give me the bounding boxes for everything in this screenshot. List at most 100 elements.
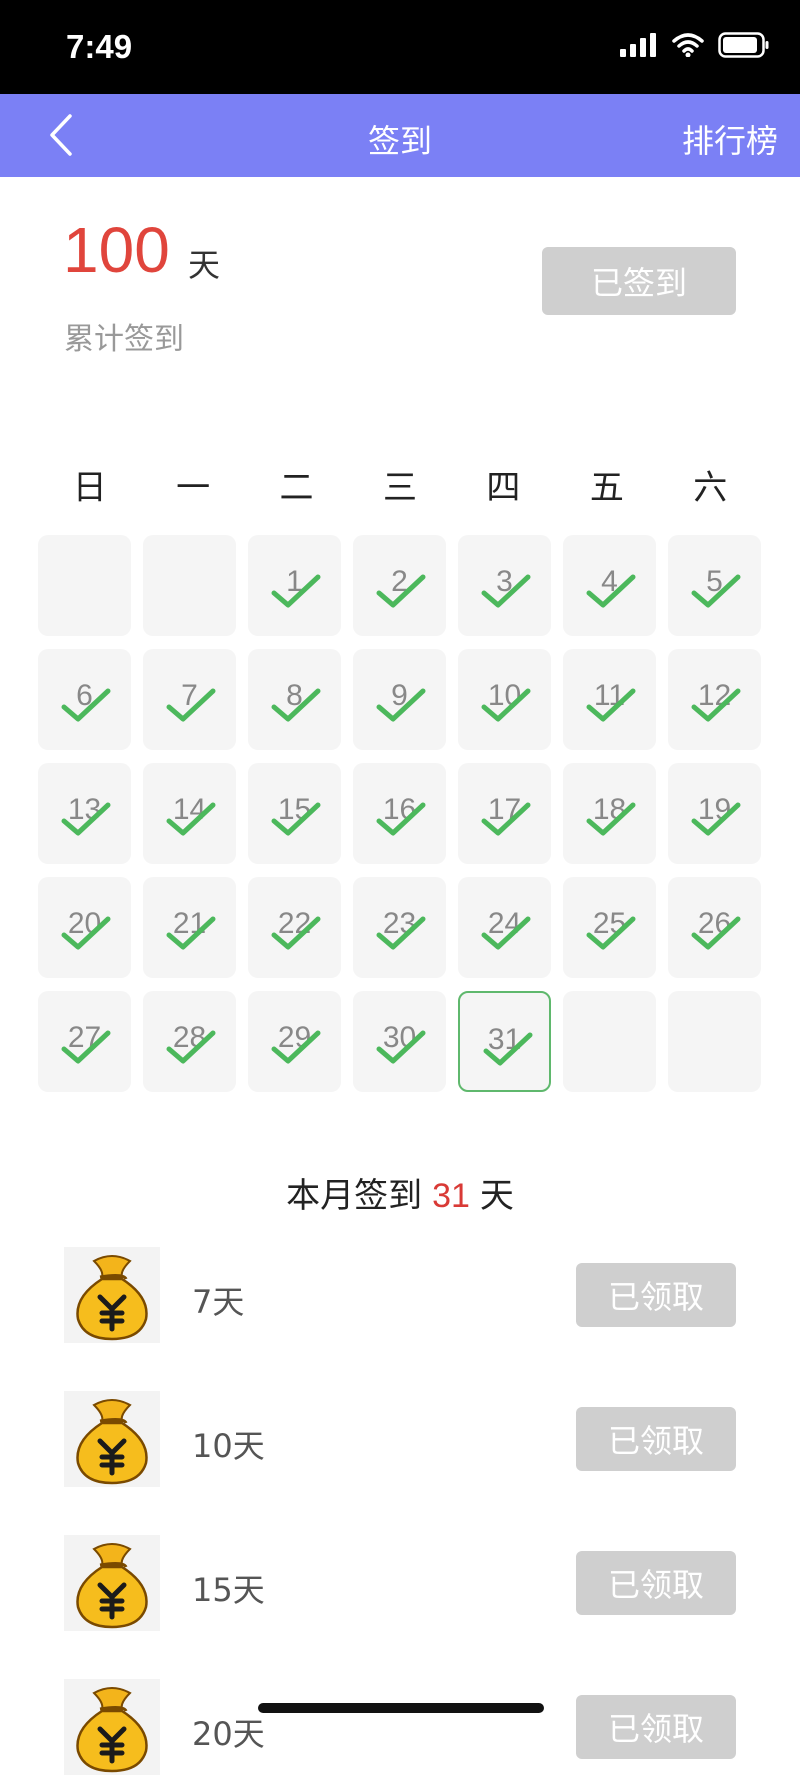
check-icon	[691, 574, 741, 608]
check-icon	[586, 916, 636, 950]
chevron-left-icon	[50, 114, 72, 156]
month-summary: 本月签到 31 天	[0, 1168, 800, 1217]
check-icon	[376, 1030, 426, 1064]
calendar-empty-day	[143, 535, 236, 636]
calendar-day: 30	[353, 991, 446, 1092]
claim-button[interactable]: 已领取	[576, 1407, 736, 1471]
status-time: 7:49	[66, 28, 133, 65]
home-indicator	[258, 1703, 544, 1713]
nav-bar: 签到 排行榜	[0, 94, 800, 177]
back-button[interactable]	[40, 110, 90, 160]
page-title: 签到	[367, 122, 432, 160]
reward-label: 7天	[192, 1283, 245, 1321]
month-checkin-count: 31	[432, 1177, 470, 1215]
calendar-day: 7	[143, 649, 236, 750]
calendar-day: 27	[38, 991, 131, 1092]
calendar-empty-day	[38, 535, 131, 636]
check-icon	[691, 802, 741, 836]
claim-button[interactable]: 已领取	[576, 1551, 736, 1615]
check-icon	[271, 802, 321, 836]
check-icon	[61, 802, 111, 836]
weekday-label: 二	[279, 468, 314, 508]
reward-label: 15天	[192, 1571, 265, 1609]
calendar-day: 15	[248, 763, 341, 864]
check-icon	[166, 802, 216, 836]
moneybag-icon	[64, 1247, 160, 1343]
check-icon	[61, 916, 111, 950]
weekday-label: 五	[589, 468, 624, 508]
weekday-label: 一	[176, 468, 211, 508]
check-icon	[586, 574, 636, 608]
check-icon	[61, 1030, 111, 1064]
calendar-day: 21	[143, 877, 236, 978]
battery-icon	[718, 32, 769, 58]
status-icons	[620, 32, 770, 58]
calendar-empty-day	[563, 991, 656, 1092]
check-icon	[166, 1030, 216, 1064]
check-icon	[586, 802, 636, 836]
calendar-empty-day	[668, 991, 761, 1092]
claim-button[interactable]: 已领取	[576, 1695, 736, 1759]
weekday-label: 三	[382, 468, 417, 508]
calendar-day: 28	[143, 991, 236, 1092]
calendar-day: 23	[353, 877, 446, 978]
moneybag-icon	[64, 1535, 160, 1631]
reward-label: 20天	[192, 1715, 265, 1753]
calendar-day: 10	[458, 649, 551, 750]
calendar-day: 2	[353, 535, 446, 636]
weekday-label: 四	[486, 468, 521, 508]
moneybag-icon	[64, 1679, 160, 1775]
check-icon	[481, 916, 531, 950]
calendar-day: 4	[563, 535, 656, 636]
reward-item: 15天 已领取	[0, 1535, 800, 1645]
check-icon	[691, 688, 741, 722]
calendar-day: 17	[458, 763, 551, 864]
check-icon	[166, 916, 216, 950]
checkin-button[interactable]: 已签到	[542, 247, 736, 315]
calendar-day: 1	[248, 535, 341, 636]
check-icon	[271, 574, 321, 608]
weekday-label: 六	[693, 468, 728, 508]
calendar-day: 31	[458, 991, 551, 1092]
calendar-day: 12	[668, 649, 761, 750]
check-icon	[376, 688, 426, 722]
check-icon	[271, 916, 321, 950]
calendar-day: 13	[38, 763, 131, 864]
reward-item: 10天 已领取	[0, 1391, 800, 1501]
calendar-day: 19	[668, 763, 761, 864]
reward-label: 10天	[192, 1427, 265, 1465]
total-checkin-days: 100	[63, 214, 170, 286]
reward-item: 7天 已领取	[0, 1247, 800, 1357]
calendar-day: 16	[353, 763, 446, 864]
check-icon	[61, 688, 111, 722]
weekday-label: 日	[72, 468, 107, 508]
claim-button[interactable]: 已领取	[576, 1263, 736, 1327]
month-summary-suffix: 天	[479, 1176, 514, 1216]
ranking-link[interactable]: 排行榜	[682, 116, 778, 162]
check-icon	[483, 1032, 533, 1066]
total-checkin-label: 累计签到	[64, 322, 184, 357]
check-icon	[376, 802, 426, 836]
check-icon	[691, 916, 741, 950]
calendar-day: 20	[38, 877, 131, 978]
calendar-day: 14	[143, 763, 236, 864]
calendar-day: 11	[563, 649, 656, 750]
calendar-day: 3	[458, 535, 551, 636]
check-icon	[376, 574, 426, 608]
month-summary-prefix: 本月签到	[286, 1176, 423, 1216]
status-bar: 7:49	[0, 0, 800, 94]
check-icon	[271, 688, 321, 722]
calendar-day: 22	[248, 877, 341, 978]
check-icon	[376, 916, 426, 950]
calendar-day: 29	[248, 991, 341, 1092]
calendar-day: 18	[563, 763, 656, 864]
calendar-day: 9	[353, 649, 446, 750]
calendar-day: 25	[563, 877, 656, 978]
moneybag-icon	[64, 1391, 160, 1487]
check-icon	[271, 1030, 321, 1064]
calendar-day: 24	[458, 877, 551, 978]
check-icon	[481, 574, 531, 608]
check-icon	[166, 688, 216, 722]
check-icon	[586, 688, 636, 722]
check-icon	[481, 688, 531, 722]
